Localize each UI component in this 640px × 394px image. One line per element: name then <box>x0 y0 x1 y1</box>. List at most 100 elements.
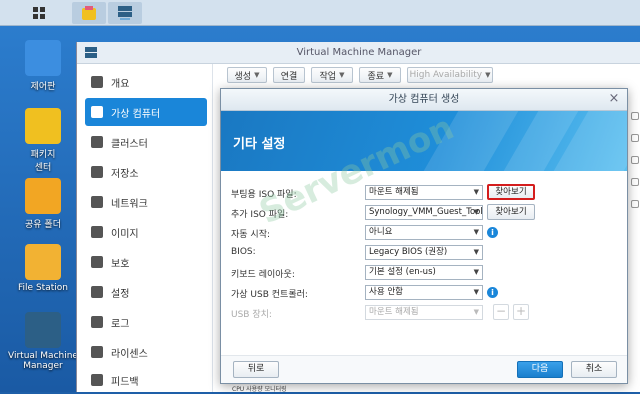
chevron-down-icon: ▼ <box>473 208 479 216</box>
back-button[interactable]: 뒤로 <box>233 361 279 378</box>
desktop-icon-label: Virtual Machine Manager <box>8 351 78 371</box>
desktop-icon-shared-folder[interactable]: 공유 폴더 <box>8 178 78 230</box>
boot-iso-browse-button[interactable]: 찾아보기 <box>487 184 535 200</box>
sidebar-item-network[interactable]: 네트워크 <box>85 188 207 216</box>
desktop-icon-package-center[interactable]: 패키지 센터 <box>8 108 78 173</box>
taskbar-vmm[interactable] <box>108 2 142 24</box>
usb-device-remove-button[interactable]: − <box>493 304 509 320</box>
sidebar-item-log[interactable]: 로그 <box>85 308 207 336</box>
chevron-down-icon: ▼ <box>473 268 479 276</box>
extra-iso-label: 추가 ISO 파일: <box>231 210 289 220</box>
boot-iso-value: 마운트 해제됨 <box>369 187 419 197</box>
close-icon[interactable]: × <box>607 92 621 106</box>
sidebar-item-protection[interactable]: 보호 <box>85 248 207 276</box>
chevron-down-icon: ▼ <box>485 71 491 79</box>
boot-iso-select[interactable]: 마운트 해제됨 ▼ <box>365 185 483 200</box>
sidebar-item-overview[interactable]: 개요 <box>85 68 207 96</box>
sidebar-item-settings[interactable]: 설정 <box>85 278 207 306</box>
network-icon <box>91 196 103 208</box>
usb-device-row: USB 장치: 마운트 해제됨 ▼ − + <box>231 304 621 321</box>
feedback-icon <box>91 374 103 386</box>
info-icon[interactable]: i <box>487 287 498 298</box>
desktop-icon-label: 제어판 <box>30 82 56 92</box>
create-button[interactable]: 생성 ▼ <box>227 67 267 83</box>
banner-title: 기타 설정 <box>233 137 286 152</box>
shutdown-button[interactable]: 종료 ▼ <box>359 67 401 83</box>
desktop-icon-file-station[interactable]: File Station <box>8 244 78 293</box>
row-checkbox[interactable] <box>631 200 639 208</box>
row-checkbox[interactable] <box>631 134 639 142</box>
row-checkbox[interactable] <box>631 156 639 164</box>
keyboard-value: 기본 설정 (en-us) <box>369 267 436 277</box>
virtual-computer-icon <box>91 106 103 118</box>
boot-iso-label: 부팅용 ISO 파일: <box>231 190 297 200</box>
row-checkbox[interactable] <box>631 112 639 120</box>
bios-select[interactable]: Legacy BIOS (권장) ▼ <box>365 245 483 260</box>
storage-icon <box>91 166 103 178</box>
vmm-icon <box>25 312 61 348</box>
next-button[interactable]: 다음 <box>517 361 563 378</box>
sidebar-item-label: 보호 <box>111 258 130 270</box>
bios-value: Legacy BIOS (권장) <box>369 247 448 257</box>
autostart-label: 자동 시작: <box>231 230 271 240</box>
usb-device-value: 마운트 해제됨 <box>369 307 419 317</box>
window-title: Virtual Machine Manager <box>77 42 640 64</box>
row-checkbox[interactable] <box>631 178 639 186</box>
sidebar-item-cluster[interactable]: 클러스터 <box>85 128 207 156</box>
bios-label: BIOS: <box>231 247 256 257</box>
autostart-row: 자동 시작: 아니요 ▼ i <box>231 225 621 241</box>
sidebar-item-label: 라이센스 <box>111 348 148 360</box>
toolbar: 생성 ▼ 연결 작업 ▼ 종료 ▼ High Availability ▼ <box>225 64 640 86</box>
bios-row: BIOS: Legacy BIOS (권장) ▼ <box>231 245 621 261</box>
sidebar-item-label: 클러스터 <box>111 138 148 150</box>
sidebar-item-storage[interactable]: 저장소 <box>85 158 207 186</box>
sidebar-item-image[interactable]: 이미지 <box>85 218 207 246</box>
sidebar-item-label: 저장소 <box>111 168 139 180</box>
sidebar-item-label: 개요 <box>111 78 130 90</box>
sidebar-item-label: 설정 <box>111 288 130 300</box>
chevron-down-icon: ▼ <box>473 288 479 296</box>
chevron-down-icon: ▼ <box>254 71 260 79</box>
sidebar-item-license[interactable]: 라이센스 <box>85 338 207 366</box>
banner-decoration <box>423 111 519 171</box>
package-center-icon <box>25 108 61 144</box>
sidebar: 개요 가상 컴퓨터 클러스터 저장소 네트워크 이미지 보호 설정 로그 라이센… <box>77 64 213 392</box>
usb-device-add-button[interactable]: + <box>513 304 529 320</box>
sidebar-item-feedback[interactable]: 피드백 <box>85 366 207 394</box>
desktop-icon-vmm[interactable]: Virtual Machine Manager <box>8 312 78 371</box>
sidebar-item-label: 피드백 <box>111 376 139 388</box>
usb-controller-select[interactable]: 사용 안함 ▼ <box>365 285 483 300</box>
vm-list-right-edge <box>627 106 640 356</box>
action-label: 작업 <box>319 71 337 82</box>
taskbar <box>0 0 640 26</box>
vmm-icon <box>85 47 97 58</box>
desktop-icon-label: File Station <box>18 283 68 293</box>
usb-device-select[interactable]: 마운트 해제됨 ▼ <box>365 305 483 320</box>
usb-controller-value: 사용 안함 <box>369 287 403 297</box>
info-icon[interactable]: i <box>487 227 498 238</box>
extra-iso-browse-button[interactable]: 찾아보기 <box>487 204 535 220</box>
usb-controller-row: 가상 USB 컨트롤러: 사용 안함 ▼ i <box>231 285 621 301</box>
sidebar-item-virtual-computer[interactable]: 가상 컴퓨터 <box>85 98 207 126</box>
desktop-icon-label: 패키지 센터 <box>30 150 56 173</box>
image-icon <box>91 226 103 238</box>
sidebar-item-label: 이미지 <box>111 228 139 240</box>
shared-folder-icon <box>25 178 61 214</box>
chevron-down-icon: ▼ <box>387 71 393 79</box>
taskbar-package-center[interactable] <box>72 2 106 24</box>
main-menu-button[interactable] <box>22 2 56 24</box>
extra-iso-value: Synology_VMM_Guest_Tool <box>369 207 483 217</box>
high-availability-button[interactable]: High Availability ▼ <box>407 67 493 83</box>
protection-icon <box>91 256 103 268</box>
extra-iso-select[interactable]: Synology_VMM_Guest_Tool ▼ <box>365 205 483 220</box>
connect-button[interactable]: 연결 <box>273 67 305 83</box>
cancel-button[interactable]: 취소 <box>571 361 617 378</box>
desktop-icon-control-panel[interactable]: 제어판 <box>8 40 78 92</box>
action-button[interactable]: 작업 ▼ <box>311 67 353 83</box>
keyboard-select[interactable]: 기본 설정 (en-us) ▼ <box>365 265 483 280</box>
chevron-down-icon: ▼ <box>473 308 479 316</box>
dialog-footer: 뒤로 다음 취소 <box>221 355 627 383</box>
chevron-down-icon: ▼ <box>339 71 345 79</box>
log-icon <box>91 316 103 328</box>
autostart-select[interactable]: 아니요 ▼ <box>365 225 483 240</box>
